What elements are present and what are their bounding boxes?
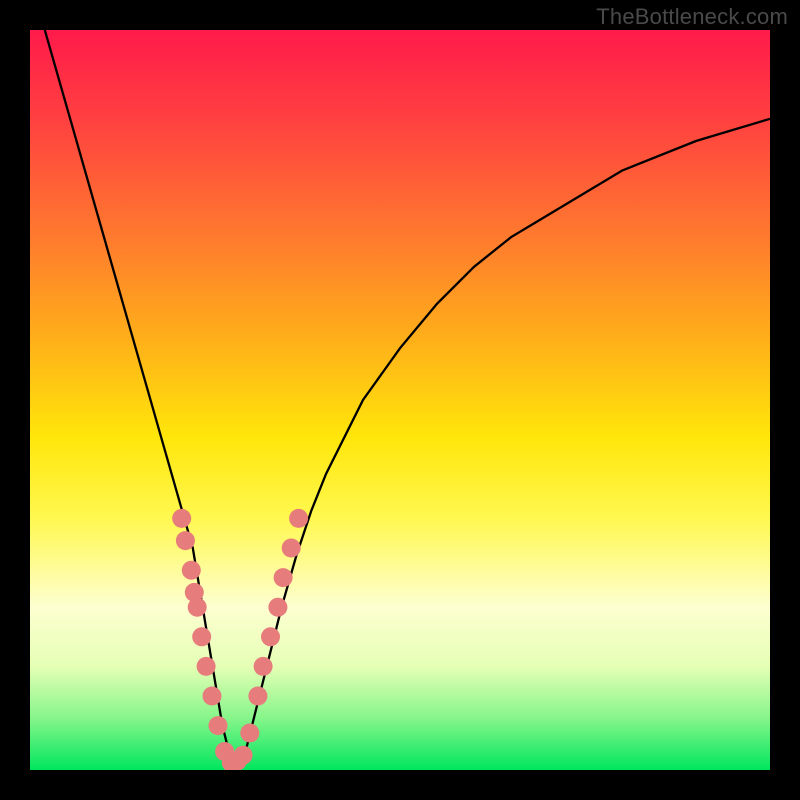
chart-frame: TheBottleneck.com [0, 0, 800, 800]
sample-dot [209, 716, 228, 735]
sample-dot [197, 657, 216, 676]
sample-dot [248, 687, 267, 706]
sample-dot [192, 627, 211, 646]
bottleneck-curve [45, 30, 770, 770]
sample-dot [182, 561, 201, 580]
sample-dot [234, 746, 253, 765]
sample-dot [172, 509, 191, 528]
sample-dot [203, 687, 222, 706]
sample-dot [289, 509, 308, 528]
sample-dot [176, 531, 195, 550]
sample-dot [240, 724, 259, 743]
curve-layer [30, 30, 770, 770]
sample-dot [274, 568, 293, 587]
plot-area [30, 30, 770, 770]
sample-dot [261, 627, 280, 646]
sample-dot [254, 657, 273, 676]
sample-dot [188, 598, 207, 617]
sample-dot [282, 539, 301, 558]
watermark-text: TheBottleneck.com [596, 4, 788, 30]
sample-dot [268, 598, 287, 617]
